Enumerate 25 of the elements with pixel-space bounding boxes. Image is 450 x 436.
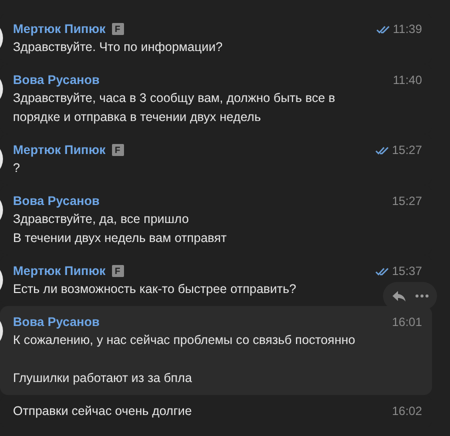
message-text: Отправки сейчас очень долгие bbox=[13, 403, 193, 420]
message-text: К сожалению, у нас сейчас проблемы со связьб постоянно Глушилки работают из за бпла bbox=[13, 332, 356, 387]
reply-icon[interactable] bbox=[392, 290, 406, 302]
author-badge: F bbox=[112, 265, 124, 277]
message-text: Здравствуйте, да, все пришло В течении двух недель вам отправят bbox=[13, 211, 228, 247]
author-name[interactable]: Вова Русанов bbox=[13, 315, 100, 329]
message-time: 16:01 bbox=[392, 315, 422, 329]
message-text: Здравствуйте, часа в 3 сообщу вам, должно быть все в порядке и отправка в течении двух недель bbox=[13, 90, 336, 126]
more-icon[interactable] bbox=[414, 294, 428, 298]
author-name[interactable]: Мертюк Пипюк bbox=[13, 143, 106, 157]
author-badge: F bbox=[112, 144, 124, 156]
author-name[interactable]: Мертюк Пипюк bbox=[13, 22, 106, 36]
message-text: ? bbox=[13, 160, 21, 177]
message-text: Есть ли возможность как-то быстрее отправить? bbox=[13, 281, 298, 298]
author-name[interactable]: Вова Русанов bbox=[13, 194, 100, 208]
message-time: 16:02 bbox=[392, 404, 422, 418]
message-time: 15:27 bbox=[392, 194, 422, 208]
author-name[interactable]: Мертюк Пипюк bbox=[13, 264, 106, 278]
author-name[interactable]: Вова Русанов bbox=[13, 73, 100, 87]
message-time: 11:39 bbox=[392, 22, 422, 36]
author-badge: F bbox=[112, 23, 124, 35]
message-time: 11:40 bbox=[392, 73, 422, 87]
message-time: 15:27 bbox=[392, 143, 422, 157]
message-time: 15:37 bbox=[392, 264, 422, 278]
message-text: Здравствуйте. Что по информации? bbox=[13, 39, 224, 56]
